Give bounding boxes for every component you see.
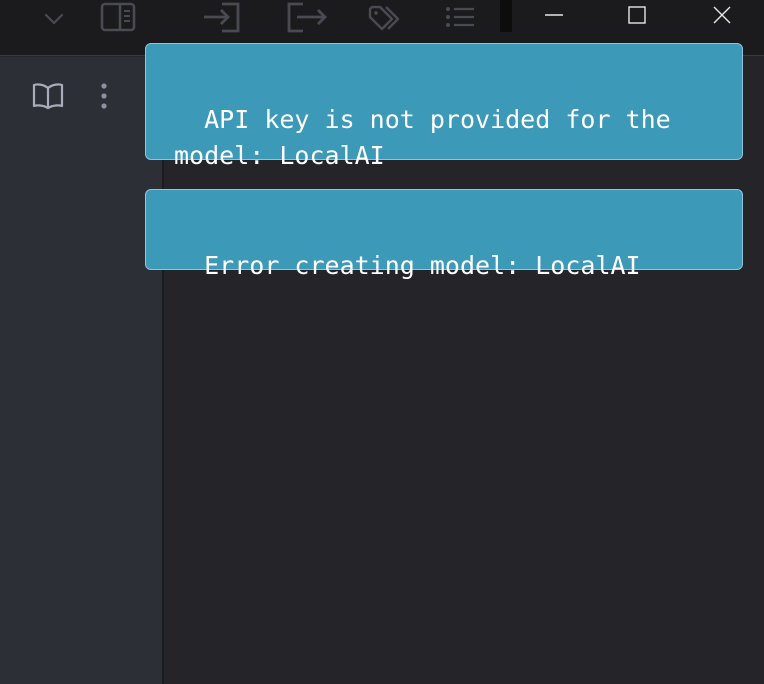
notice-model-error[interactable]: Error creating model: LocalAI [145,189,743,280]
book-icon[interactable] [30,79,66,113]
export-icon[interactable] [283,0,329,36]
import-icon[interactable] [200,0,244,36]
list-icon[interactable] [442,0,478,36]
tags-icon[interactable] [366,0,406,36]
notice-text: Error creating model: LocalAI [204,251,641,280]
chevron-down-icon[interactable] [38,0,70,36]
sidebar-panel-icon[interactable] [98,0,138,36]
more-vertical-icon[interactable] [92,79,116,113]
maximize-icon [627,5,647,29]
close-icon [712,5,732,29]
minimize-button[interactable] [524,0,584,34]
toolbar-divider [500,0,512,32]
maximize-button[interactable] [607,0,667,34]
close-button[interactable] [692,0,752,34]
minimize-icon [544,5,564,29]
sidebar [0,57,164,684]
notice-api-key-missing[interactable]: API key is not provided for the model: L… [145,43,743,170]
